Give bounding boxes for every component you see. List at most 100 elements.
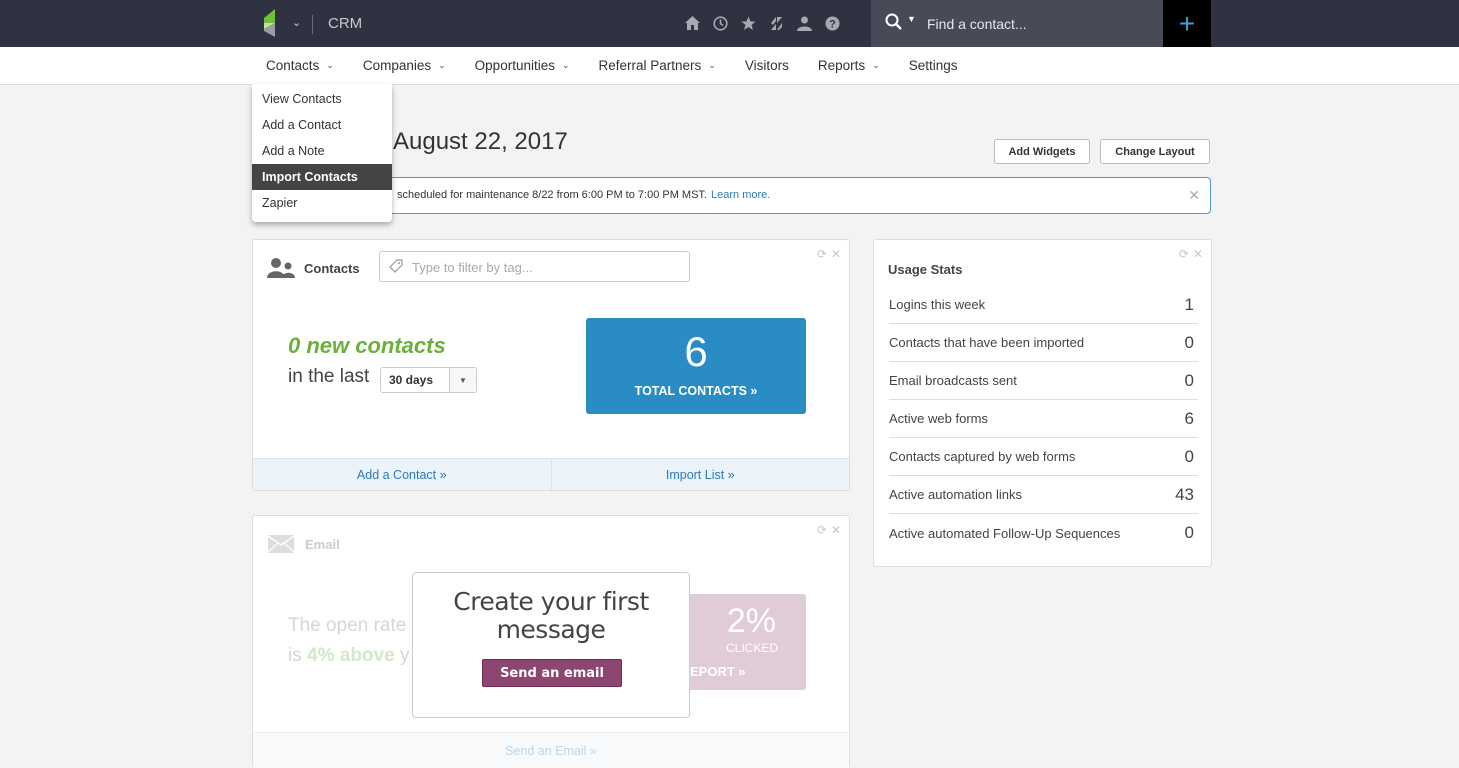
nav-label: Visitors — [744, 58, 789, 73]
search-scope-caret-icon[interactable]: ▼ — [907, 14, 916, 24]
widget-controls: ⟳ ✕ — [817, 247, 841, 261]
refresh-icon[interactable]: ⟳ — [1179, 247, 1189, 261]
stat-label: Contacts captured by web forms — [889, 449, 1076, 464]
nav-label: Companies — [362, 58, 432, 73]
search-input[interactable] — [927, 12, 1147, 36]
open-rate-line: The open rate — [288, 615, 407, 636]
search-icon[interactable] — [885, 13, 903, 31]
menu-item-add-contact[interactable]: Add a Contact — [252, 112, 392, 138]
help-icon[interactable]: ? — [824, 13, 841, 33]
create-first-message-overlay: Create your first message Send an email — [412, 572, 690, 718]
chevron-down-icon: ⌄ — [872, 60, 880, 70]
clicked-stat: 2% CLICKED EPORT » — [686, 594, 806, 690]
top-icon-group: ? — [684, 13, 841, 33]
contacts-widget: ⟳ ✕ Contacts 0 new contacts in the last … — [252, 239, 850, 491]
widget-footer: Add a Contact » Import List » — [253, 458, 849, 490]
alert-message: scheduled for maintenance 8/22 from 6:00… — [397, 189, 770, 201]
usage-stats-widget: ⟳ ✕ Usage Stats Logins this week 1 Contac… — [873, 239, 1212, 567]
main-nav: Contacts ⌄ Companies ⌄ Opportunities ⌄ Refe… — [0, 47, 1459, 85]
open-rate-summary: The open rate is 4% above y — [288, 611, 409, 671]
close-icon[interactable]: ✕ — [1193, 247, 1203, 261]
report-link: EPORT » — [690, 664, 746, 679]
widget-title: Usage Stats — [888, 262, 963, 277]
page-title-date: August 22, 2017 — [393, 128, 568, 155]
clicked-label: CLICKED — [725, 641, 778, 655]
contact-search: ▼ — [871, 0, 1163, 47]
import-list-link[interactable]: Import List » — [550, 459, 850, 490]
tag-filter-input[interactable] — [412, 258, 672, 276]
nav-opportunities[interactable]: Opportunities ⌄ — [475, 58, 570, 73]
apps-icon[interactable] — [768, 13, 785, 33]
refresh-icon[interactable]: ⟳ — [817, 247, 827, 261]
nav-visitors[interactable]: Visitors — [745, 58, 789, 73]
menu-item-import-contacts[interactable]: Import Contacts — [252, 164, 392, 190]
in-the-last-label: in the last — [288, 366, 370, 387]
nav-reports[interactable]: Reports ⌄ — [818, 58, 880, 73]
stat-value: 1 — [1184, 294, 1194, 314]
chevron-down-icon: ⌄ — [561, 60, 570, 70]
nav-settings[interactable]: Settings — [909, 58, 958, 73]
menu-item-add-note[interactable]: Add a Note — [252, 138, 392, 164]
stat-row: Active automated Follow-Up Sequences 0 — [889, 514, 1198, 552]
period-value: 30 days — [381, 368, 450, 392]
open-rate-line: is 4% above y — [288, 641, 409, 671]
nav-companies[interactable]: Companies ⌄ — [363, 58, 446, 73]
clock-icon[interactable] — [712, 13, 729, 33]
stat-row: Logins this week 1 — [889, 286, 1198, 324]
divider — [312, 15, 313, 34]
stat-value: 0 — [1184, 523, 1194, 542]
nav-contacts[interactable]: Contacts ⌄ — [266, 58, 334, 73]
stat-row: Active automation links 43 — [889, 476, 1198, 514]
period-select[interactable]: 30 days ▼ — [380, 367, 477, 393]
envelope-icon — [268, 535, 294, 553]
learn-more-link[interactable]: Learn more. — [711, 189, 770, 201]
close-icon[interactable]: ✕ — [831, 523, 841, 537]
contacts-icon — [267, 258, 295, 278]
widget-controls: ⟳ ✕ — [1179, 247, 1203, 261]
nav-label: Contacts — [266, 58, 320, 73]
widget-title: Email — [305, 537, 340, 552]
caret-down-icon: ▼ — [450, 368, 476, 392]
close-icon[interactable]: ✕ — [1188, 187, 1200, 204]
text: y — [399, 645, 410, 666]
contacts-dropdown-menu: View Contacts Add a Contact Add a Note I… — [252, 84, 392, 222]
stat-label: Active automation links — [889, 487, 1022, 502]
nav-referral-partners[interactable]: Referral Partners ⌄ — [599, 58, 716, 73]
quick-add-button[interactable]: + — [1163, 0, 1211, 47]
stat-row: Email broadcasts sent 0 — [889, 362, 1198, 400]
stat-label: Logins this week — [889, 297, 986, 312]
new-contacts-count: 0 new contacts — [288, 333, 446, 358]
total-contacts-count: 6 — [684, 328, 708, 375]
user-icon[interactable] — [796, 13, 813, 33]
stat-label: Active web forms — [889, 411, 988, 426]
stat-row: Contacts captured by web forms 0 — [889, 438, 1198, 476]
send-email-button[interactable]: Send an email — [482, 659, 622, 687]
change-layout-button[interactable]: Change Layout — [1100, 139, 1210, 164]
brand-logo-icon[interactable] — [264, 9, 284, 37]
add-contact-link[interactable]: Add a Contact » — [253, 459, 551, 490]
nav-label: Settings — [908, 58, 958, 73]
star-icon[interactable] — [740, 13, 757, 33]
add-widgets-button[interactable]: Add Widgets — [994, 139, 1090, 164]
stat-label: Active automated Follow-Up Sequences — [889, 525, 1121, 541]
stat-row: Contacts that have been imported 0 — [889, 324, 1198, 362]
app-switcher-chevron-icon[interactable]: ⌄ — [292, 16, 301, 29]
stat-value: 43 — [1175, 484, 1194, 504]
send-email-footer-link: Send an Email » — [253, 732, 849, 768]
nav-label: Referral Partners — [598, 58, 702, 73]
stat-value: 6 — [1184, 408, 1194, 428]
usage-stats-list: Logins this week 1 Contacts that have bee… — [889, 286, 1198, 552]
refresh-icon[interactable]: ⟳ — [817, 523, 827, 537]
menu-item-zapier[interactable]: Zapier — [252, 190, 392, 216]
stat-label: Email broadcasts sent — [889, 373, 1017, 388]
close-icon[interactable]: ✕ — [831, 247, 841, 261]
chevron-down-icon: ⌄ — [326, 60, 334, 70]
stat-label: Contacts that have been imported — [889, 335, 1085, 350]
menu-item-view-contacts[interactable]: View Contacts — [252, 86, 392, 112]
total-contacts-button[interactable]: 6 TOTAL CONTACTS » — [586, 318, 806, 414]
overlay-title: Create your first message — [453, 587, 649, 644]
chevron-down-icon: ⌄ — [708, 60, 716, 70]
nav-label: Reports — [817, 58, 866, 73]
tag-filter — [379, 251, 690, 282]
home-icon[interactable] — [684, 13, 701, 33]
